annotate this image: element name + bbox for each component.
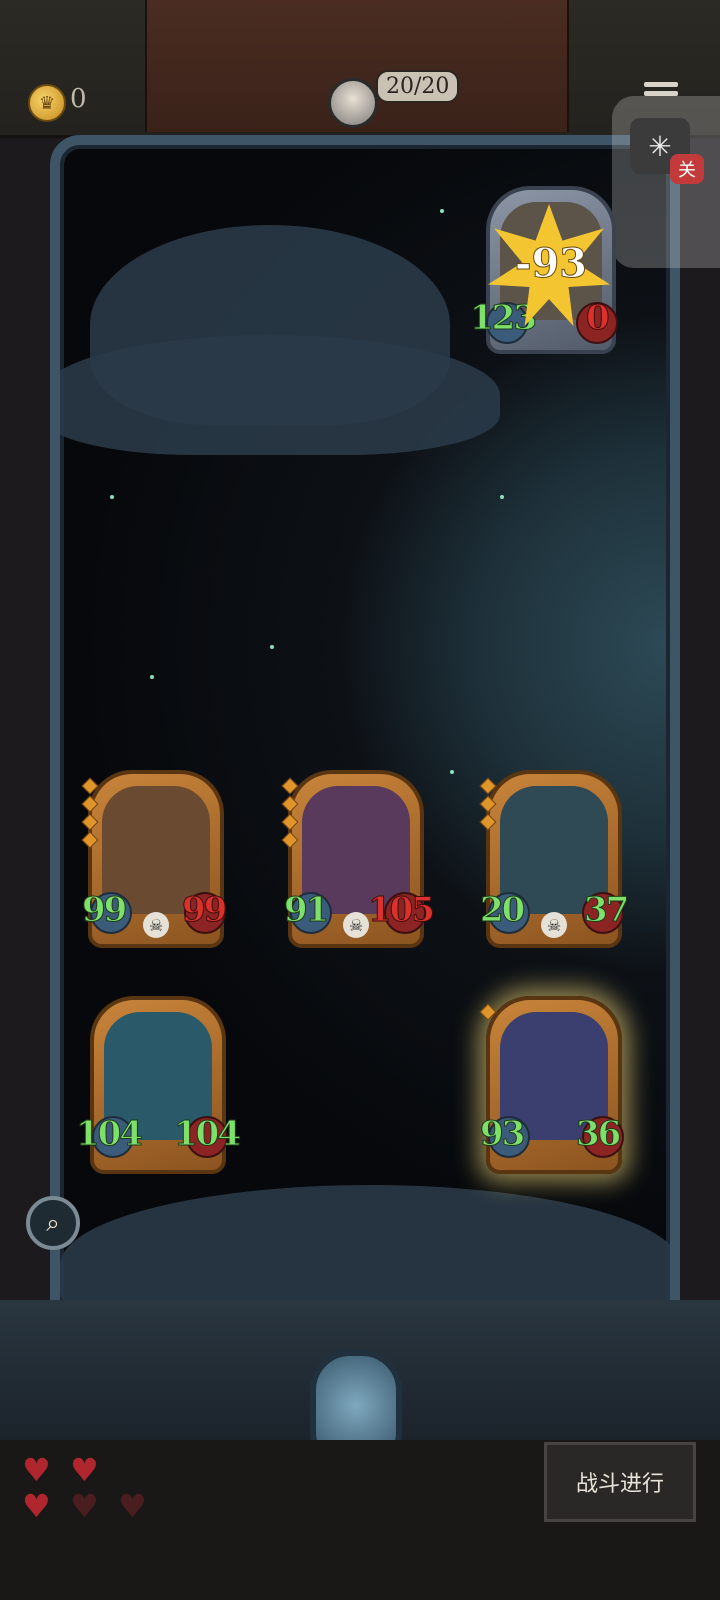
rank-gems [281,777,299,852]
enemy-health: 0 [586,298,611,339]
hero-health: 99 [181,890,227,931]
hero-card-brawler[interactable]: ☠ 91 105 [281,770,435,948]
skull-icon: ☠ [343,912,369,938]
battle-start-button[interactable]: 战斗进行 [544,1442,696,1522]
hero-attack: 104 [76,1114,144,1155]
coin-count: 0 [70,84,87,114]
rank-gems [81,777,99,852]
hero-attack: 91 [283,890,329,931]
hero-health: 36 [575,1114,621,1155]
hero-attack: 99 [81,890,127,931]
hero-attack: 20 [479,890,525,931]
close-tag[interactable]: 关 [670,154,704,184]
heart-empty-icon: ♥ [70,1487,99,1525]
search-icon[interactable]: ⌕ [26,1196,80,1250]
player-hp-badge: 20/20 [376,70,460,103]
cloud-decoration [60,335,500,455]
heart-icon: ♥ [22,1451,51,1489]
heart-icon: ♥ [22,1487,51,1525]
coin-icon: ♛ [28,84,66,122]
star-decoration [150,675,154,679]
star-decoration [270,645,274,649]
star-decoration [110,495,114,499]
enemy-attack: 123 [470,298,538,339]
hero-attack: 93 [479,1114,525,1155]
star-decoration [500,495,504,499]
floating-assist-button[interactable]: ✳ 关 [612,96,720,268]
player-avatar[interactable] [328,78,378,128]
rank-gems [479,777,497,834]
hero-card-beast[interactable]: ☠ 20 37 [479,770,630,948]
star-decoration [450,770,454,774]
hero-card-treant[interactable]: ☠ 99 99 [81,770,228,948]
heart-icon: ♥ [70,1451,99,1489]
rank-gems [479,1003,497,1024]
heart-empty-icon: ♥ [118,1487,147,1525]
skull-icon: ☠ [541,912,567,938]
hero-health: 37 [583,890,629,931]
damage-number: -93 [514,240,588,288]
hero-health: 104 [174,1114,242,1155]
hero-card-wizard[interactable]: 93 36 [479,996,624,1174]
star-decoration [440,209,444,213]
hero-health: 105 [368,890,436,931]
hero-card-gunner[interactable]: 104 104 [76,996,241,1174]
skull-icon: ☠ [143,912,169,938]
